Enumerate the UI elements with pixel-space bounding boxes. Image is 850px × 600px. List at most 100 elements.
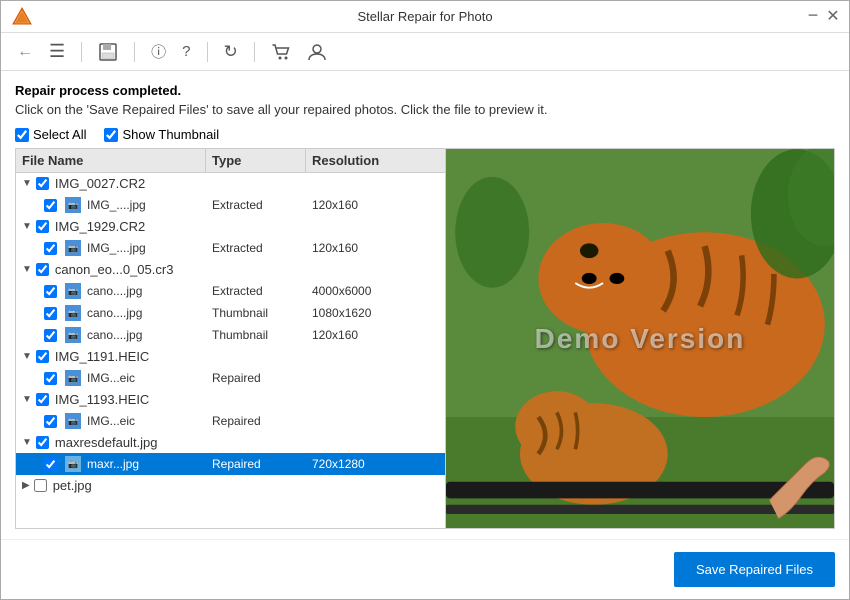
- file-checkbox[interactable]: [44, 199, 57, 212]
- file-row[interactable]: 📷 cano....jpg Thumbnail 120x160: [16, 324, 445, 346]
- group-checkbox[interactable]: [36, 393, 49, 406]
- minimize-button[interactable]: −: [807, 9, 819, 21]
- file-thumb-icon: 📷: [65, 370, 81, 386]
- file-list-panel: File Name Type Resolution ▼ IMG_0027.CR2: [16, 149, 446, 528]
- file-row[interactable]: 📷 IMG...eic Repaired: [16, 410, 445, 432]
- app-icon: [11, 6, 33, 28]
- file-row-selected[interactable]: 📷 maxr...jpg Repaired 720x1280: [16, 453, 445, 475]
- header-resolution: Resolution: [306, 149, 445, 172]
- file-row[interactable]: 📷 cano....jpg Thumbnail 1080x1620: [16, 302, 445, 324]
- group-checkbox[interactable]: [36, 350, 49, 363]
- show-thumbnail-label[interactable]: Show Thumbnail: [104, 127, 219, 142]
- group-name: maxresdefault.jpg: [55, 435, 158, 450]
- group-checkbox[interactable]: [36, 177, 49, 190]
- title-bar: Stellar Repair for Photo − ✕: [1, 1, 849, 33]
- file-checkbox[interactable]: [44, 242, 57, 255]
- file-resolution: 120x160: [306, 325, 445, 345]
- separator-4: [254, 42, 255, 62]
- file-row[interactable]: 📷 IMG_....jpg Extracted 120x160: [16, 194, 445, 216]
- back-button[interactable]: ←: [13, 41, 37, 63]
- preview-panel: Demo Version: [446, 149, 834, 528]
- toolbar: ← ☰ ⓘ ? ↻: [1, 33, 849, 71]
- info-button[interactable]: ⓘ: [147, 39, 170, 64]
- select-all-text: Select All: [33, 127, 86, 142]
- file-resolution: [306, 418, 445, 424]
- app-window: Stellar Repair for Photo − ✕ ← ☰ ⓘ ? ↻: [0, 0, 850, 600]
- status-main: Repair process completed.: [15, 83, 835, 98]
- group-row[interactable]: ▼ maxresdefault.jpg: [16, 432, 445, 453]
- file-type: Thumbnail: [206, 325, 306, 345]
- file-checkbox[interactable]: [44, 329, 57, 342]
- file-name: IMG...eic: [87, 371, 135, 385]
- group-checkbox[interactable]: [34, 479, 47, 492]
- help-button[interactable]: ?: [178, 41, 194, 62]
- group-name: IMG_1191.HEIC: [55, 349, 149, 364]
- chevron-icon: ▶: [22, 480, 30, 491]
- cart-button[interactable]: [267, 40, 295, 64]
- select-all-checkbox[interactable]: [15, 128, 29, 142]
- file-name: IMG...eic: [87, 414, 135, 428]
- file-thumb-icon: 📷: [65, 456, 81, 472]
- select-all-label[interactable]: Select All: [15, 127, 86, 142]
- group-name: IMG_1929.CR2: [55, 219, 145, 234]
- file-row[interactable]: 📷 cano....jpg Extracted 4000x6000: [16, 280, 445, 302]
- group-row[interactable]: ▼ IMG_0027.CR2: [16, 173, 445, 194]
- file-type: Thumbnail: [206, 303, 306, 323]
- refresh-button[interactable]: ↻: [220, 40, 242, 64]
- chevron-icon: ▼: [22, 221, 32, 232]
- file-resolution: 720x1280: [306, 454, 445, 474]
- chevron-icon: ▼: [22, 351, 32, 362]
- file-row[interactable]: 📷 IMG...eic Repaired: [16, 367, 445, 389]
- file-checkbox[interactable]: [44, 307, 57, 320]
- group-name: IMG_1193.HEIC: [55, 392, 149, 407]
- group-row[interactable]: ▼ IMG_1191.HEIC: [16, 346, 445, 367]
- file-thumb-icon: 📷: [65, 240, 81, 256]
- file-thumb-icon: 📷: [65, 197, 81, 213]
- file-checkbox[interactable]: [44, 285, 57, 298]
- file-resolution: 120x160: [306, 238, 445, 258]
- save-toolbar-icon: [98, 42, 118, 62]
- file-type: Extracted: [206, 281, 306, 301]
- save-repaired-files-button[interactable]: Save Repaired Files: [674, 552, 835, 587]
- close-button[interactable]: ✕: [827, 11, 839, 23]
- separator-2: [134, 42, 135, 62]
- group-name: pet.jpg: [53, 478, 92, 493]
- user-icon: [307, 42, 327, 62]
- file-checkbox[interactable]: [44, 372, 57, 385]
- file-thumb-icon: 📷: [65, 283, 81, 299]
- group-row[interactable]: ▼ canon_eo...0_05.cr3: [16, 259, 445, 280]
- group-checkbox[interactable]: [36, 220, 49, 233]
- file-list-body[interactable]: ▼ IMG_0027.CR2 📷 IMG_....jpg Extracted 1…: [16, 173, 445, 528]
- group-name: canon_eo...0_05.cr3: [55, 262, 174, 277]
- file-checkbox[interactable]: [44, 415, 57, 428]
- file-resolution: 1080x1620: [306, 303, 445, 323]
- file-name: cano....jpg: [87, 328, 142, 342]
- file-resolution: 4000x6000: [306, 281, 445, 301]
- file-thumb-icon: 📷: [65, 327, 81, 343]
- group-checkbox[interactable]: [36, 436, 49, 449]
- bottom-bar: Save Repaired Files: [1, 539, 849, 599]
- menu-button[interactable]: ☰: [45, 39, 69, 64]
- file-checkbox[interactable]: [44, 458, 57, 471]
- group-row[interactable]: ▼ IMG_1929.CR2: [16, 216, 445, 237]
- save-icon[interactable]: [94, 40, 122, 64]
- group-row[interactable]: ▼ IMG_1193.HEIC: [16, 389, 445, 410]
- file-resolution: [306, 375, 445, 381]
- file-thumb-icon: 📷: [65, 305, 81, 321]
- preview-image: [446, 149, 834, 528]
- chevron-icon: ▼: [22, 178, 32, 189]
- title-bar-left: [11, 6, 33, 28]
- show-thumbnail-checkbox[interactable]: [104, 128, 118, 142]
- group-checkbox[interactable]: [36, 263, 49, 276]
- file-thumb-icon: 📷: [65, 413, 81, 429]
- file-name: cano....jpg: [87, 306, 142, 320]
- status-sub: Click on the 'Save Repaired Files' to sa…: [15, 102, 835, 117]
- file-name: maxr...jpg: [87, 457, 139, 471]
- user-button[interactable]: [303, 40, 331, 64]
- file-name: cano....jpg: [87, 284, 142, 298]
- file-type: Extracted: [206, 195, 306, 215]
- file-row[interactable]: 📷 IMG_....jpg Extracted 120x160: [16, 237, 445, 259]
- file-name: IMG_....jpg: [87, 198, 146, 212]
- chevron-icon: ▼: [22, 394, 32, 405]
- group-row[interactable]: ▶ pet.jpg: [16, 475, 445, 496]
